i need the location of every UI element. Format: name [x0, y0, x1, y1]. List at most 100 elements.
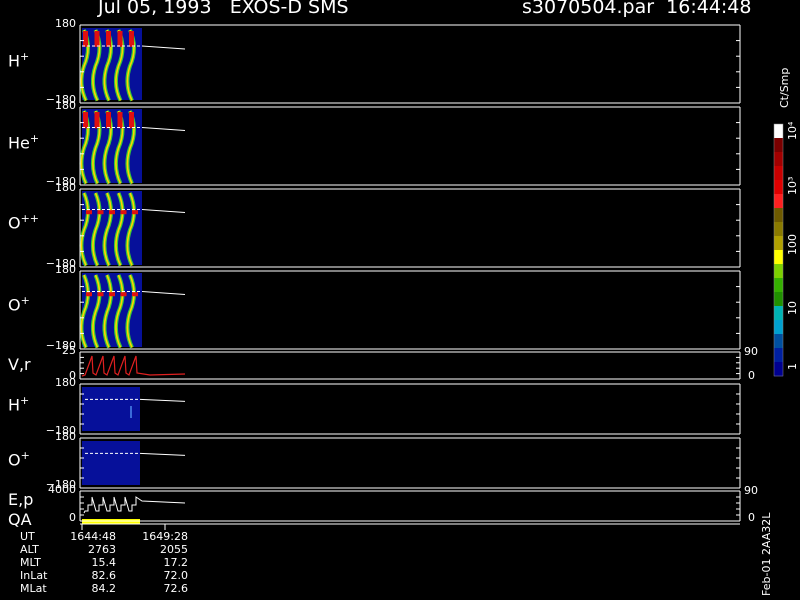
peak-flux — [94, 31, 100, 47]
spectrogram-plot — [79, 24, 784, 530]
trace-line — [141, 127, 186, 131]
panel-label: H+ — [8, 50, 29, 70]
colorbar-segment — [774, 292, 783, 307]
ion-name: O — [8, 295, 21, 315]
colorbar-segment — [774, 180, 783, 195]
colorbar-segment — [774, 348, 783, 363]
y-tick-label-top: 180 — [55, 263, 76, 276]
trace-line — [139, 398, 186, 402]
time-row-value-start: 2763 — [88, 543, 116, 556]
time-row-value-end: 72.0 — [163, 569, 189, 582]
colorbar-segment — [774, 278, 783, 293]
peak-flux — [117, 31, 123, 47]
panel-label: O++ — [8, 212, 39, 232]
velocity-trace — [81, 355, 186, 377]
y-tick-label-top: 180 — [55, 376, 76, 389]
ion-name: He — [8, 133, 30, 153]
trace-line — [141, 291, 186, 295]
time-row-name: ALT — [20, 543, 39, 556]
ion-charge: + — [29, 132, 40, 145]
colorbar-segment — [774, 362, 783, 377]
panel-label: H+ — [8, 394, 29, 414]
y-tick-label-top: 180 — [55, 17, 76, 30]
energy-trace — [83, 496, 186, 514]
time-row-name: UT — [20, 530, 35, 543]
colorbar-tick-label: 10⁴ — [786, 121, 799, 140]
peak-flux — [129, 112, 134, 129]
spectrogram-bg — [82, 441, 140, 485]
colorbar-segment — [774, 166, 783, 181]
ion-name: H — [8, 51, 21, 71]
panel-label: He+ — [8, 132, 39, 152]
panel-label: O+ — [8, 294, 30, 314]
peak-flux — [132, 210, 138, 215]
time-row-value-end: 72.6 — [163, 582, 189, 595]
colorbar-tick-label: 10 — [786, 301, 799, 315]
time-row-value-end: 1649:28 — [142, 530, 188, 543]
y-tick-label-top: 4000 — [48, 483, 76, 496]
colorbar-segment — [774, 334, 783, 349]
ion-charge: + — [20, 294, 30, 307]
peak-flux — [129, 31, 134, 47]
y-tick-label-top: 25 — [62, 344, 76, 357]
peak-flux — [94, 112, 100, 129]
time-row-name: InLat — [20, 569, 48, 582]
colorbar-segment — [774, 194, 783, 209]
colorbar-segment — [774, 222, 783, 237]
trace-line — [141, 209, 186, 213]
peak-flux — [120, 292, 127, 297]
peak-flux — [132, 292, 138, 297]
ion-name: H — [8, 395, 21, 415]
time-row-value-start: 84.2 — [91, 582, 117, 595]
colorbar-segment — [774, 320, 783, 335]
peak-flux — [120, 210, 127, 215]
ion-name: O — [8, 213, 21, 233]
time-row-value-start: 15.4 — [91, 556, 117, 569]
right-tick-label-top: 90 — [744, 484, 758, 497]
ion-charge: + — [20, 394, 30, 407]
time-row-value-end: 2055 — [160, 543, 188, 556]
colorbar-segment — [774, 250, 783, 265]
ion-charge: ++ — [20, 212, 40, 225]
colorbar-tick-label: 100 — [786, 234, 799, 255]
peak-flux — [109, 210, 115, 215]
right-tick-label-bottom: 0 — [748, 511, 755, 524]
colorbar-segment — [774, 138, 783, 153]
colorbar-segment — [774, 208, 783, 223]
y-tick-label-top: 180 — [55, 430, 76, 443]
ion-charge: + — [20, 449, 30, 462]
peak-flux — [86, 292, 92, 297]
footer-id: Feb-01 2AA32L — [760, 512, 773, 596]
trace-line — [141, 45, 186, 50]
ion-charge: + — [20, 50, 30, 63]
colorbar-segment — [774, 306, 783, 321]
right-tick-label-top: 90 — [744, 345, 758, 358]
time-row-value-end: 17.2 — [163, 556, 189, 569]
peak-flux — [106, 31, 111, 47]
colorbar-segment — [774, 264, 783, 279]
peak-flux — [97, 292, 104, 297]
flux-speck — [130, 406, 132, 418]
peak-flux — [117, 112, 123, 129]
colorbar-tick-label: 10³ — [786, 176, 799, 195]
peak-flux — [106, 112, 111, 129]
colorbar-title: Ct/Smp — [778, 67, 791, 108]
colorbar-segment — [774, 236, 783, 251]
time-row-name: MLat — [20, 582, 47, 595]
panel-label: O+ — [8, 449, 30, 469]
right-tick-label-bottom: 0 — [748, 369, 755, 382]
y-tick-label-top: 180 — [55, 181, 76, 194]
time-row-name: MLT — [20, 556, 41, 569]
colorbar-tick-label: 1 — [786, 363, 799, 370]
peak-flux — [97, 210, 104, 215]
colorbar-segment — [774, 152, 783, 167]
peak-flux — [86, 210, 92, 215]
peak-flux — [83, 31, 88, 47]
y-tick-label-bottom: 0 — [69, 511, 76, 524]
time-row-value-start: 82.6 — [91, 569, 117, 582]
y-tick-label-top: 180 — [55, 99, 76, 112]
time-row-value-start: 1644:48 — [70, 530, 116, 543]
colorbar-segment — [774, 124, 783, 139]
peak-flux — [83, 112, 88, 129]
peak-flux — [109, 292, 115, 297]
